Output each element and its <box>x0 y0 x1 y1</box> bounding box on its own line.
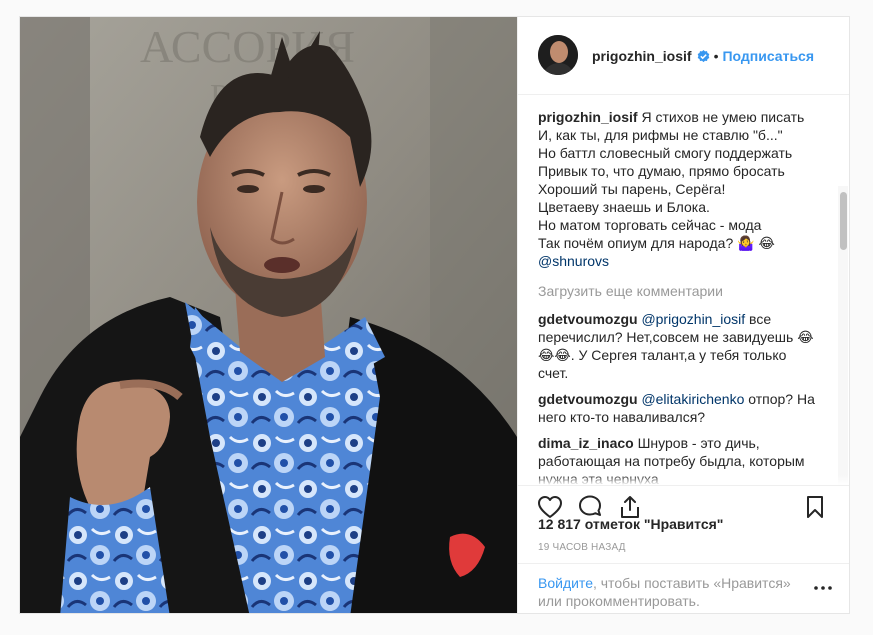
post-timestamp[interactable]: 19 ЧАСОВ НАЗАД <box>538 542 626 553</box>
comment-author[interactable]: gdetvoumozgu <box>538 311 638 327</box>
caption-line: Цветаеву знаешь и Блока. <box>538 199 710 215</box>
post-side-panel: prigozhin_iosif • Подписаться prigozhin_… <box>517 17 849 613</box>
post-header: prigozhin_iosif • Подписаться <box>518 17 849 95</box>
post-caption: prigozhin_iosif Я стихов не умею писать … <box>538 108 816 270</box>
follow-button[interactable]: Подписаться <box>722 48 814 64</box>
post-photo[interactable]: АССОРИЯ РЕСП <box>20 17 517 613</box>
caption-line: Так почём опиум для народа? 🤷‍♀️ 😂 <box>538 235 775 251</box>
comment-author[interactable]: dima_iz_inaco <box>538 435 634 451</box>
username-link[interactable]: prigozhin_iosif <box>592 48 692 64</box>
post-image: АССОРИЯ РЕСП <box>20 17 517 613</box>
caption-author[interactable]: prigozhin_iosif <box>538 109 638 125</box>
more-options-icon[interactable] <box>813 580 833 590</box>
caption-line: Хороший ты парень, Серёга! <box>538 181 726 197</box>
caption-mention-link[interactable]: @shnurovs <box>538 253 609 269</box>
comments-scrollbar[interactable] <box>840 192 847 250</box>
caption-line: И, как ты, для рифмы не ставлю "б..." <box>538 127 783 143</box>
caption-line: Но баттл словесный смогу поддержать <box>538 145 793 161</box>
caption-line: Привык то, что думаю, прямо бросать <box>538 163 785 179</box>
login-link[interactable]: Войдите <box>538 575 593 591</box>
comments-section[interactable]: prigozhin_iosif Я стихов не умею писать … <box>518 96 849 486</box>
caption-line: Но матом торговать сейчас - мода <box>538 217 762 233</box>
bookmark-icon[interactable] <box>801 493 829 521</box>
header-separator: • <box>713 48 719 64</box>
login-prompt-bar: Войдите, чтобы поставить «Нравится» или … <box>518 563 849 613</box>
login-prompt: Войдите, чтобы поставить «Нравится» или … <box>538 574 808 610</box>
instagram-post: АССОРИЯ РЕСП <box>19 16 850 614</box>
comment-item: gdetvoumozgu @elitakirichenko отпор? На … <box>538 390 816 426</box>
avatar[interactable] <box>538 35 578 75</box>
comment-mention-link[interactable]: @elitakirichenko <box>641 391 744 407</box>
comment-author[interactable]: gdetvoumozgu <box>538 391 638 407</box>
caption-line: Я стихов не умею писать <box>641 109 805 125</box>
likes-count[interactable]: 12 817 отметок "Нравится" <box>538 516 723 532</box>
comments-fade <box>518 475 849 485</box>
verified-badge-icon <box>697 49 710 63</box>
comment-mention-link[interactable]: @prigozhin_iosif <box>641 311 745 327</box>
load-more-comments-button[interactable]: Загрузить еще комментарии <box>538 282 816 300</box>
comment-item: gdetvoumozgu @prigozhin_iosif все перечи… <box>538 310 816 382</box>
